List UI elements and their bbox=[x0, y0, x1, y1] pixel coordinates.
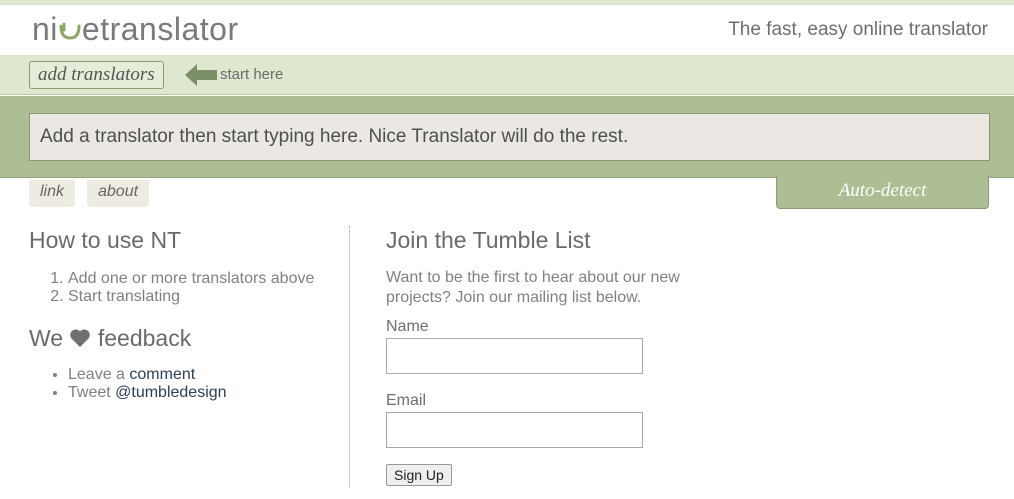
twitter-link[interactable]: @tumbledesign bbox=[115, 384, 226, 401]
add-translators-button[interactable]: add translators bbox=[29, 61, 164, 89]
how-to-steps: Add one or more translators above Start … bbox=[29, 270, 349, 306]
auto-detect-tab[interactable]: Auto-detect bbox=[776, 176, 989, 209]
how-to-title: How to use NT bbox=[29, 227, 182, 253]
info-column: How to use NT Add one or more translator… bbox=[29, 226, 349, 402]
feedback-title-suffix: feedback bbox=[97, 325, 192, 351]
smile-logo-icon bbox=[58, 16, 82, 42]
how-to-step: Add one or more translators above bbox=[68, 270, 349, 288]
start-here-hint: start here bbox=[220, 66, 284, 83]
comment-link[interactable]: comment bbox=[129, 366, 195, 383]
tumble-list-title: Join the Tumble List bbox=[386, 227, 591, 253]
logo-prefix: ni bbox=[32, 11, 58, 47]
email-field[interactable] bbox=[386, 412, 643, 448]
feedback-title-prefix: We bbox=[29, 325, 64, 351]
tagline: The fast, easy online translator bbox=[728, 19, 988, 40]
editor-band: Add a translator then start typing here.… bbox=[0, 96, 1014, 178]
feedback-item-prefix: Tweet bbox=[68, 384, 111, 401]
translation-input[interactable]: Add a translator then start typing here.… bbox=[29, 113, 990, 161]
mailing-list-column: Join the Tumble List Want to be the firs… bbox=[386, 226, 706, 486]
heart-icon bbox=[70, 329, 91, 347]
tab-about[interactable]: about bbox=[87, 180, 150, 207]
name-field[interactable] bbox=[386, 338, 643, 374]
tumble-list-intro: Want to be the first to hear about our n… bbox=[386, 269, 680, 306]
sign-up-button[interactable]: Sign Up bbox=[386, 464, 452, 486]
logo-suffix: etranslator bbox=[81, 11, 239, 47]
logo[interactable]: ni etranslator bbox=[32, 11, 239, 48]
feedback-item-prefix: Leave a bbox=[68, 366, 125, 383]
tab-link[interactable]: link bbox=[29, 180, 76, 207]
feedback-item: Tweet @tumbledesign bbox=[68, 384, 349, 402]
name-label: Name bbox=[386, 318, 429, 335]
arrow-left-icon bbox=[185, 64, 217, 86]
column-divider bbox=[349, 226, 350, 488]
feedback-item: Leave a comment bbox=[68, 366, 349, 384]
feedback-list: Leave a comment Tweet @tumbledesign bbox=[29, 366, 349, 402]
how-to-step: Start translating bbox=[68, 288, 349, 306]
email-label: Email bbox=[386, 392, 427, 409]
feedback-title: We feedback bbox=[29, 324, 349, 352]
translator-toolbar: add translators start here bbox=[0, 55, 1014, 95]
header: ni etranslator The fast, easy online tran… bbox=[0, 5, 1014, 55]
